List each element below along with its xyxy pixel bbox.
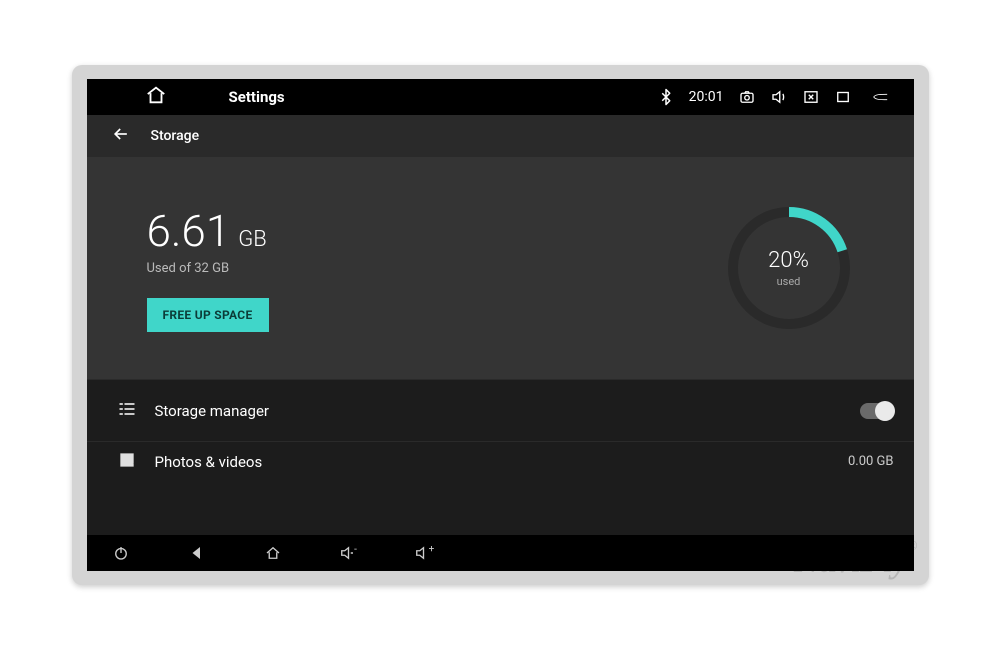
screen: Settings 20:01 (87, 79, 914, 571)
back-system-icon[interactable] (860, 82, 900, 112)
page-title: Storage (145, 128, 200, 144)
subheader: Storage (87, 115, 914, 157)
volume-down-icon[interactable]: - (335, 539, 363, 567)
row-photos-videos[interactable]: Photos & videos 0.00 GB (87, 441, 914, 481)
clock-text: 20:01 (683, 82, 730, 112)
used-value: 6.61 (147, 205, 231, 257)
close-app-icon[interactable] (796, 82, 826, 112)
back-arrow-icon[interactable] (111, 124, 131, 148)
volume-icon[interactable] (764, 82, 794, 112)
nav-home-icon[interactable] (259, 539, 287, 567)
row-label: Photos & videos (149, 453, 848, 471)
settings-list: Storage manager Photos & videos 0.00 GB (87, 379, 914, 481)
toggle-storage-manager[interactable] (860, 403, 894, 419)
list-icon (117, 399, 137, 423)
statusbar: Settings 20:01 (87, 79, 914, 115)
recents-icon[interactable] (828, 82, 858, 112)
hardware-navbar: - + (87, 535, 914, 571)
usage-ring: 20% used (723, 202, 855, 334)
used-unit: GB (234, 227, 267, 252)
storage-summary: 6.61 GB Used of 32 GB FREE UP SPACE 20% (87, 157, 914, 379)
device-frame: Settings 20:01 (72, 65, 929, 585)
image-icon (117, 450, 137, 474)
usage-percent-label: used (777, 275, 801, 288)
home-icon[interactable] (145, 84, 167, 110)
screenshot-icon[interactable] (732, 82, 762, 112)
usage-percent: 20% (768, 248, 809, 273)
free-up-space-button[interactable]: FREE UP SPACE (147, 298, 269, 332)
bluetooth-icon (651, 82, 681, 112)
row-label: Storage manager (149, 402, 860, 420)
volume-up-icon[interactable]: + (411, 539, 439, 567)
row-value: 0.00 GB (848, 454, 894, 469)
content-area: 6.61 GB Used of 32 GB FREE UP SPACE 20% (87, 157, 914, 535)
row-storage-manager[interactable]: Storage manager (87, 379, 914, 441)
used-of-text: Used of 32 GB (147, 261, 704, 276)
app-title: Settings (219, 88, 285, 106)
power-icon[interactable] (107, 539, 135, 567)
nav-back-icon[interactable] (183, 539, 211, 567)
